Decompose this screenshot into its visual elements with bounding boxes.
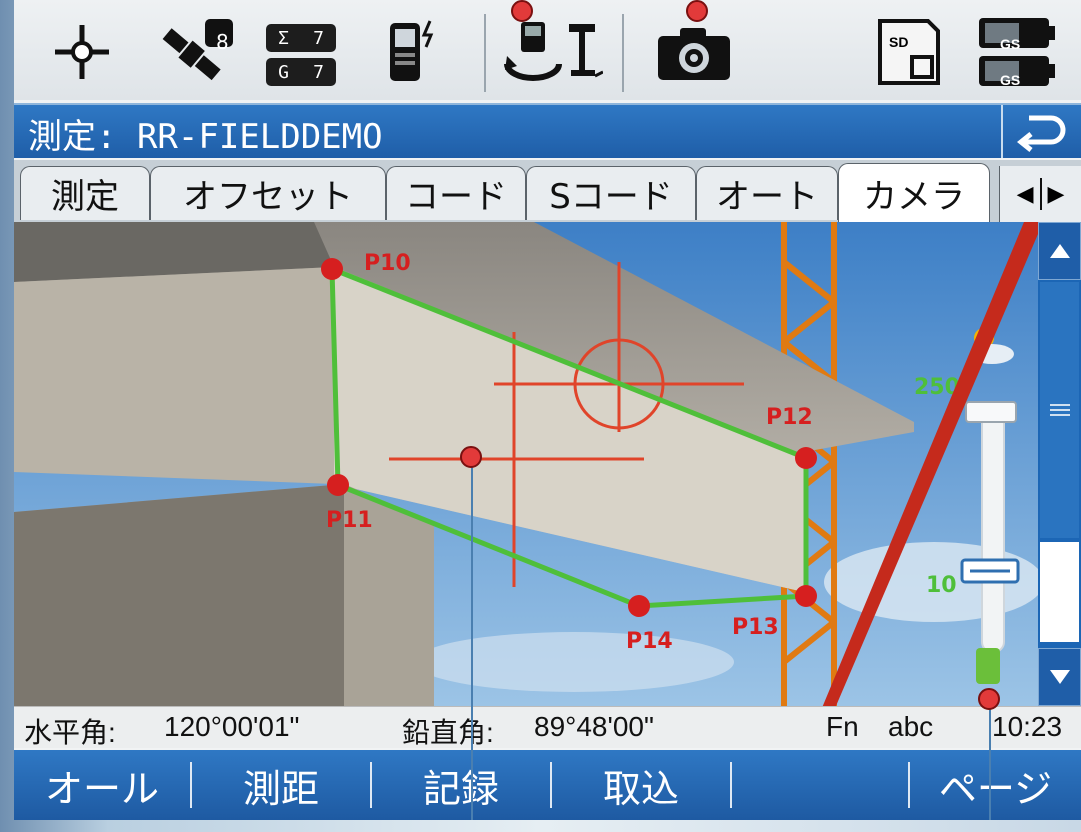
scroll-track[interactable] [1040,542,1079,642]
sd-card-icon[interactable]: SD [869,14,949,90]
tab-measure[interactable]: 測定 [20,166,150,220]
softkey-empty[interactable] [732,750,908,820]
satellite-icon[interactable]: 8 [150,14,240,90]
title-bar: 測定: RR-FIELDDEMO [14,103,1081,158]
callout-marker [460,446,482,468]
crosshair-icon[interactable] [42,14,122,90]
battery-label-top: GS [1000,36,1021,52]
tab-camera[interactable]: カメラ [838,163,990,222]
clock: 10:23 [992,711,1063,742]
scroll-down-button[interactable] [1038,648,1081,706]
tab-scroll-right-icon[interactable]: ▶ [1048,182,1065,207]
grip-icon [1049,404,1070,416]
point-p14[interactable] [628,595,650,617]
vertical-scrollbar[interactable] [1038,222,1081,706]
scroll-thumb[interactable] [1040,282,1079,538]
v-angle-value: 89°48'00" [534,711,654,742]
softkey-capture[interactable]: 取込 [552,750,730,820]
softkey-distance[interactable]: 測距 [192,750,370,820]
callout-line [471,458,473,820]
label-p12: P12 [766,405,813,430]
back-arrow-icon [1017,115,1066,152]
page-title: 測定: RR-FIELDDEMO [28,117,383,157]
zoom-low-label: 10 [926,573,957,598]
tab-scroll-left-icon[interactable]: ◀ [1017,182,1034,207]
callout-line [989,700,991,820]
glonass-value: 7 [313,61,324,83]
status-bar: 8 Σ7 G7 SD GS GS [14,0,1081,100]
satellite-count: 8 [216,30,229,54]
label-p14: P14 [626,629,673,654]
callout-marker [978,688,1000,710]
camera-icon[interactable] [644,14,744,90]
softkey-bar: オール 測距 記録 取込 ページ [14,750,1081,820]
softkey-page[interactable]: ページ [910,750,1081,820]
instrument-screen: 8 Σ7 G7 SD GS GS 測定: RR-FIELDDEMO 測定 オフセ… [14,0,1081,820]
up-arrow-icon [1049,244,1070,258]
back-button[interactable] [1001,105,1081,158]
battery-icon[interactable]: GS GS [972,14,1062,90]
scroll-up-button[interactable] [1038,222,1081,280]
hz-angle-value: 120°00'01" [164,711,300,742]
tab-code[interactable]: コード [386,166,526,220]
glonass-label: G [278,61,289,83]
tab-auto[interactable]: オート [696,166,838,220]
softkey-record[interactable]: 記録 [372,750,550,820]
instrument-rotate-icon[interactable] [496,14,606,90]
tab-bar: 測定 オフセット コード Sコード オート カメラ ◀ ▶ [14,160,1081,222]
instrument-mini-icon [976,648,1000,684]
point-p11[interactable] [327,474,349,496]
sum-badge[interactable]: Σ7 [266,24,336,52]
glonass-badge[interactable]: G7 [266,58,336,86]
bridge-side [14,267,334,484]
point-p12[interactable] [795,447,817,469]
label-p13: P13 [732,615,779,640]
callout-marker [686,0,708,22]
sum-label: Σ [278,27,289,49]
label-p11: P11 [326,508,373,533]
camera-scene: P10 P11 P12 P13 P14 250 10 [14,222,1038,706]
device-frame: 8 Σ7 G7 SD GS GS 測定: RR-FIELDDEMO 測定 オフセ… [0,0,1081,832]
label-p10: P10 [364,251,411,276]
divider [1039,178,1042,210]
controller-icon[interactable] [374,14,454,90]
down-arrow-icon [1049,670,1070,684]
pier-shadow [14,484,344,706]
fn-indicator: Fn [826,711,859,742]
input-mode: abc [888,711,934,742]
tab-scode[interactable]: Sコード [526,166,696,220]
tab-offset[interactable]: オフセット [150,166,386,220]
sd-label: SD [889,34,909,50]
softkey-all[interactable]: オール [14,750,190,820]
divider [484,14,486,92]
divider [622,14,624,92]
camera-view[interactable]: P10 P11 P12 P13 P14 250 10 [14,222,1038,706]
callout-marker [511,0,533,22]
tab-scroll-control: ◀ ▶ [999,166,1081,222]
point-p10[interactable] [321,258,343,280]
info-bar: 水平角: 120°00'01" 鉛直角: 89°48'00" Fn abc 10… [14,706,1081,748]
battery-label-bottom: GS [1000,72,1021,88]
point-p13[interactable] [795,585,817,607]
sum-value: 7 [313,27,324,49]
cloud [414,632,734,692]
hz-angle-label: 水平角: [24,717,116,748]
v-angle-label: 鉛直角: [402,717,494,748]
